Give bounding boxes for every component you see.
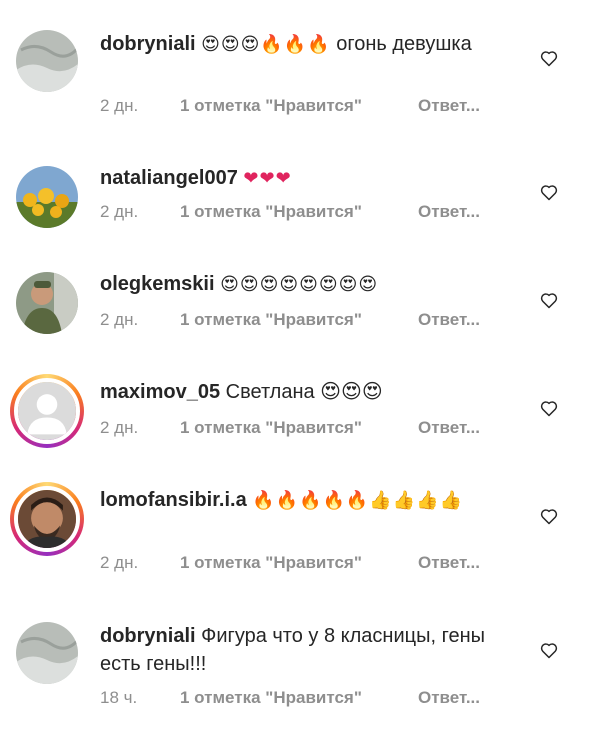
comment-likes[interactable]: 1 отметка "Нравится" bbox=[180, 202, 418, 222]
comment-time: 18 ч. bbox=[100, 688, 138, 707]
comment-body: огонь девушка bbox=[330, 33, 472, 55]
comment-time: 2 дн. bbox=[100, 418, 139, 437]
comment-text: nataliangel007 ❤❤❤ bbox=[100, 164, 530, 192]
heart-outline-icon[interactable] bbox=[539, 398, 559, 418]
comment-text: dobryniali Фигура что у 8 класницы, гены… bbox=[100, 622, 530, 678]
comment-body: Светлана 😍😍😍 bbox=[225, 381, 383, 403]
comment-text: maximov_05 Светлана 😍😍😍 bbox=[100, 378, 530, 406]
comment-meta: 2 дн. 1 отметка "Нравится" Ответ... bbox=[100, 310, 480, 330]
comment-time: 2 дн. bbox=[100, 553, 139, 572]
reply-button[interactable]: Ответ... bbox=[418, 202, 480, 222]
comment-time: 2 дн. bbox=[100, 96, 139, 115]
heart-outline-icon[interactable] bbox=[539, 640, 559, 660]
comment-meta: 2 дн. 1 отметка "Нравится" Ответ... bbox=[100, 553, 480, 573]
comment-username[interactable]: dobryniali bbox=[100, 625, 196, 647]
comment-meta: 2 дн. 1 отметка "Нравится" Ответ... bbox=[100, 418, 480, 438]
reply-button[interactable]: Ответ... bbox=[418, 310, 480, 330]
avatar[interactable] bbox=[16, 166, 78, 228]
comment-time: 2 дн. bbox=[100, 310, 139, 329]
avatar[interactable] bbox=[16, 30, 78, 92]
comment-username[interactable]: dobryniali bbox=[100, 33, 196, 55]
comment-text: dobryniali 😍😍😍🔥🔥🔥 огонь девушка bbox=[100, 30, 530, 58]
heart-outline-icon[interactable] bbox=[539, 290, 559, 310]
comment-likes[interactable]: 1 отметка "Нравится" bbox=[180, 553, 418, 573]
comment-username[interactable]: maximov_05 bbox=[100, 381, 220, 403]
avatar-image bbox=[14, 378, 80, 444]
avatar[interactable] bbox=[16, 272, 78, 334]
comment-username[interactable]: nataliangel007 bbox=[100, 167, 238, 189]
comment-likes[interactable]: 1 отметка "Нравится" bbox=[180, 96, 418, 116]
heart-outline-icon[interactable] bbox=[539, 506, 559, 526]
comment-text: lomofansibir.i.a 🔥🔥🔥🔥🔥👍👍👍👍 bbox=[100, 486, 530, 514]
comment-meta: 18 ч. 1 отметка "Нравится" Ответ... bbox=[100, 688, 480, 708]
user-silhouette-icon bbox=[18, 382, 76, 440]
heart-outline-icon[interactable] bbox=[539, 48, 559, 68]
comment-emoji: ❤❤❤ bbox=[243, 168, 292, 188]
comment-likes[interactable]: 1 отметка "Нравится" bbox=[180, 418, 418, 438]
comment-username[interactable]: olegkemskii bbox=[100, 273, 215, 295]
avatar[interactable] bbox=[10, 374, 84, 448]
avatar[interactable] bbox=[10, 482, 84, 556]
comment-text: olegkemskii 😍😍😍😍😍😍😍😍 bbox=[100, 270, 530, 298]
avatar[interactable] bbox=[16, 622, 78, 684]
comment-likes[interactable]: 1 отметка "Нравится" bbox=[180, 310, 418, 330]
comment-emoji: 😍😍😍🔥🔥🔥 bbox=[201, 34, 331, 54]
reply-button[interactable]: Ответ... bbox=[418, 553, 480, 573]
comment-meta: 2 дн. 1 отметка "Нравится" Ответ... bbox=[100, 96, 480, 116]
comment-username[interactable]: lomofansibir.i.a bbox=[100, 489, 247, 511]
comment-emoji: 😍😍😍😍😍😍😍😍 bbox=[220, 274, 379, 294]
comment-emoji: 🔥🔥🔥🔥🔥👍👍👍👍 bbox=[252, 490, 463, 510]
comment-time: 2 дн. bbox=[100, 202, 139, 221]
reply-button[interactable]: Ответ... bbox=[418, 96, 480, 116]
comment-likes[interactable]: 1 отметка "Нравится" bbox=[180, 688, 418, 708]
heart-outline-icon[interactable] bbox=[539, 182, 559, 202]
avatar-image bbox=[14, 486, 80, 552]
comment-meta: 2 дн. 1 отметка "Нравится" Ответ... bbox=[100, 202, 480, 222]
reply-button[interactable]: Ответ... bbox=[418, 688, 480, 708]
reply-button[interactable]: Ответ... bbox=[418, 418, 480, 438]
